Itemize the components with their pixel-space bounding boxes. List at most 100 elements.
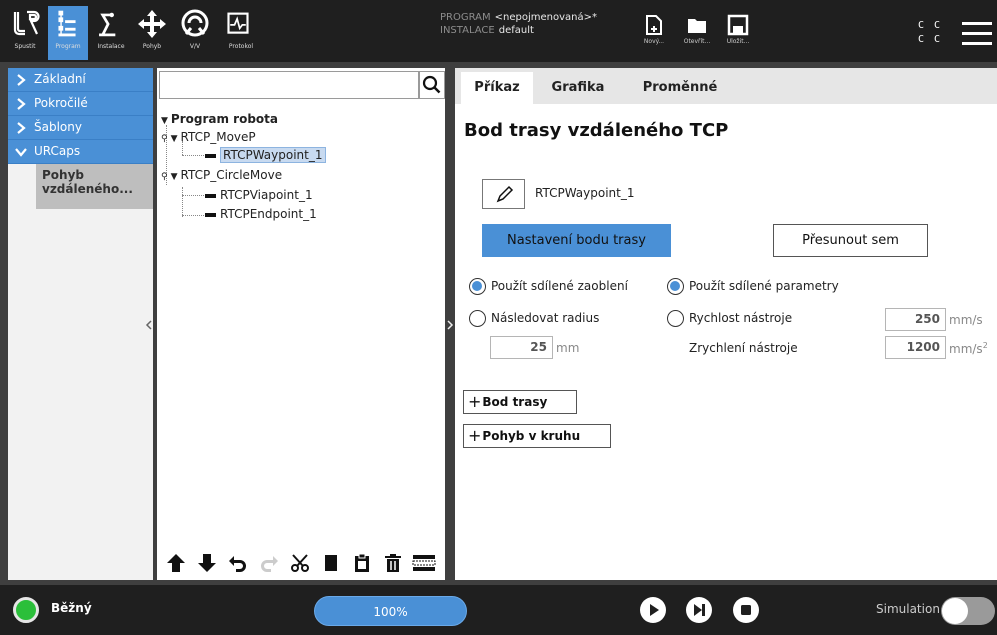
breakpoint-pin-icon[interactable]: ⚲ bbox=[161, 134, 168, 144]
tab-command[interactable]: Příkaz bbox=[461, 72, 533, 104]
sidebar-item-label: URCaps bbox=[34, 144, 81, 158]
nav-log-button[interactable]: Protokol bbox=[219, 6, 263, 60]
breakpoint-pin-icon[interactable]: ⚲ bbox=[161, 172, 168, 182]
collapse-left-icon[interactable] bbox=[144, 318, 154, 332]
tree-node-root[interactable]: ▼ Program robota bbox=[161, 111, 278, 127]
robot-status-text: Běžný bbox=[51, 601, 92, 615]
move-down-icon[interactable] bbox=[194, 552, 220, 574]
tree-node-rtcp-circlemove[interactable]: ⚲ ▼ RTCP_CircleMove bbox=[161, 167, 282, 183]
delete-icon[interactable] bbox=[380, 552, 406, 574]
expand-triangle-icon[interactable]: ▼ bbox=[161, 116, 168, 126]
play-button[interactable] bbox=[640, 597, 666, 623]
set-waypoint-button[interactable]: Nastavení bodu trasy bbox=[482, 224, 671, 257]
tree-node-label: RTCPEndpoint_1 bbox=[220, 207, 317, 221]
sidebar-item-urcaps[interactable]: URCaps bbox=[8, 140, 153, 164]
step-button[interactable] bbox=[686, 597, 712, 623]
collapse-right-icon[interactable] bbox=[445, 318, 455, 332]
tab-graphics[interactable]: Grafika bbox=[537, 72, 619, 104]
copy-icon[interactable] bbox=[318, 552, 344, 574]
open-file-button[interactable]: Otevřít... bbox=[677, 6, 717, 58]
chevron-right-icon bbox=[17, 73, 26, 86]
move-here-button[interactable]: Přesunout sem bbox=[773, 224, 928, 257]
tool-speed-radio[interactable] bbox=[667, 310, 684, 327]
tool-speed-input[interactable]: 250 bbox=[885, 308, 946, 331]
redo-icon[interactable] bbox=[256, 552, 282, 574]
play-icon bbox=[650, 604, 659, 616]
blend-radius-radio[interactable] bbox=[469, 310, 486, 327]
command-panel: Příkaz Grafika Proměnné Bod trasy vzdále… bbox=[455, 68, 997, 580]
ur-logo-icon bbox=[13, 10, 40, 36]
expand-triangle-icon[interactable]: ▼ bbox=[171, 134, 178, 144]
tree-node-label: RTCPViapoint_1 bbox=[220, 188, 313, 202]
add-waypoint-button[interactable]: +Bod trasy bbox=[463, 390, 577, 414]
sidebar-item-advanced[interactable]: Pokročilé bbox=[8, 92, 153, 116]
tree-node-rtcp-viapoint[interactable]: RTCPViapoint_1 bbox=[205, 187, 313, 203]
program-tree-panel: ▼ Program robota ⚲ ▼ RTCP_MoveP RTCPWaypoin… bbox=[157, 68, 445, 580]
suppress-icon[interactable] bbox=[411, 552, 437, 574]
tree-toolbar bbox=[163, 548, 443, 578]
sidebar-item-remote-move[interactable]: Pohyb vzdáleného... bbox=[36, 164, 153, 209]
cut-icon[interactable] bbox=[287, 552, 313, 574]
nav-io-label: V/V bbox=[189, 43, 201, 50]
save-file-button[interactable]: Uložit... bbox=[718, 6, 758, 58]
tree-node-rtcp-endpoint[interactable]: RTCPEndpoint_1 bbox=[205, 206, 317, 222]
waypoint-node-icon bbox=[205, 153, 216, 158]
simulation-label: Simulation bbox=[876, 602, 940, 616]
speed-slider[interactable]: 100% bbox=[314, 596, 467, 626]
robot-status-indicator[interactable] bbox=[13, 597, 39, 623]
program-icon bbox=[58, 10, 76, 37]
nav-run-button[interactable]: Spustit bbox=[6, 6, 44, 60]
tree-node-label: Program robota bbox=[170, 112, 278, 126]
polyscope-window: Spustit Program Instalace Pohyb V/V Prot… bbox=[0, 0, 997, 635]
nav-move-button[interactable]: Pohyb bbox=[133, 6, 171, 60]
radius-unit: mm bbox=[556, 341, 580, 355]
viapoint-node-icon bbox=[205, 193, 216, 198]
radius-input[interactable]: 25 bbox=[490, 336, 553, 359]
installation-name: default bbox=[498, 25, 534, 36]
chevron-down-icon bbox=[15, 147, 27, 157]
tab-variables[interactable]: Proměnné bbox=[625, 72, 735, 104]
add-circle-move-button[interactable]: +Pohyb v kruhu bbox=[463, 424, 611, 448]
tree-node-rtcp-waypoint[interactable]: RTCPWaypoint_1 bbox=[205, 147, 326, 163]
cc-line-2: C C bbox=[918, 34, 943, 45]
rename-button[interactable] bbox=[482, 179, 525, 209]
shared-blend-label: Použít sdílené zaoblení bbox=[491, 279, 628, 293]
tool-accel-input[interactable]: 1200 bbox=[885, 336, 946, 359]
move-up-icon[interactable] bbox=[163, 552, 189, 574]
chevron-right-icon bbox=[17, 97, 26, 110]
paste-icon[interactable] bbox=[349, 552, 375, 574]
tree-search-button[interactable] bbox=[419, 71, 445, 99]
expand-triangle-icon[interactable]: ▼ bbox=[171, 172, 178, 182]
undo-icon[interactable] bbox=[225, 552, 251, 574]
shared-params-label: Použít sdílené parametry bbox=[689, 279, 839, 293]
tree-search-input[interactable] bbox=[159, 71, 419, 99]
pencil-icon bbox=[496, 185, 514, 203]
add-waypoint-label: Bod trasy bbox=[482, 395, 548, 409]
cc-indicator: C C C C bbox=[918, 19, 942, 47]
nav-program-button[interactable]: Program bbox=[48, 6, 88, 60]
nav-io-button[interactable]: V/V bbox=[176, 6, 214, 60]
waypoint-name: RTCPWaypoint_1 bbox=[535, 186, 635, 200]
open-file-label: Otevřít... bbox=[683, 38, 711, 45]
plus-icon: + bbox=[468, 426, 482, 445]
nav-installation-button[interactable]: Instalace bbox=[90, 6, 132, 60]
sidebar-sub-label-2: vzdáleného... bbox=[42, 182, 133, 196]
shared-params-radio[interactable] bbox=[667, 278, 684, 295]
nav-log-label: Protokol bbox=[228, 43, 254, 50]
tool-accel-label: Zrychlení nástroje bbox=[689, 341, 798, 355]
program-info: PROGRAM <nepojmenovaná>* INSTALACE default bbox=[440, 11, 597, 37]
sidebar-item-templates[interactable]: Šablony bbox=[8, 116, 153, 140]
stop-button[interactable] bbox=[733, 597, 759, 623]
shared-blend-radio[interactable] bbox=[469, 278, 486, 295]
add-circle-move-label: Pohyb v kruhu bbox=[482, 429, 581, 443]
program-node-sidebar: Základní Pokročilé Šablony URCaps Pohyb … bbox=[8, 68, 153, 580]
tree-node-rtcp-movep[interactable]: ⚲ ▼ RTCP_MoveP bbox=[161, 129, 256, 145]
chevron-right-icon bbox=[17, 121, 26, 134]
hamburger-menu-icon[interactable] bbox=[962, 22, 992, 46]
new-file-button[interactable]: Nový... bbox=[634, 6, 674, 58]
sidebar-item-basic[interactable]: Základní bbox=[8, 68, 153, 92]
tool-accel-unit: mm/s2 bbox=[949, 341, 988, 356]
tool-speed-unit: mm/s bbox=[949, 313, 983, 327]
io-icon bbox=[181, 9, 209, 37]
simulation-toggle[interactable] bbox=[941, 597, 995, 625]
